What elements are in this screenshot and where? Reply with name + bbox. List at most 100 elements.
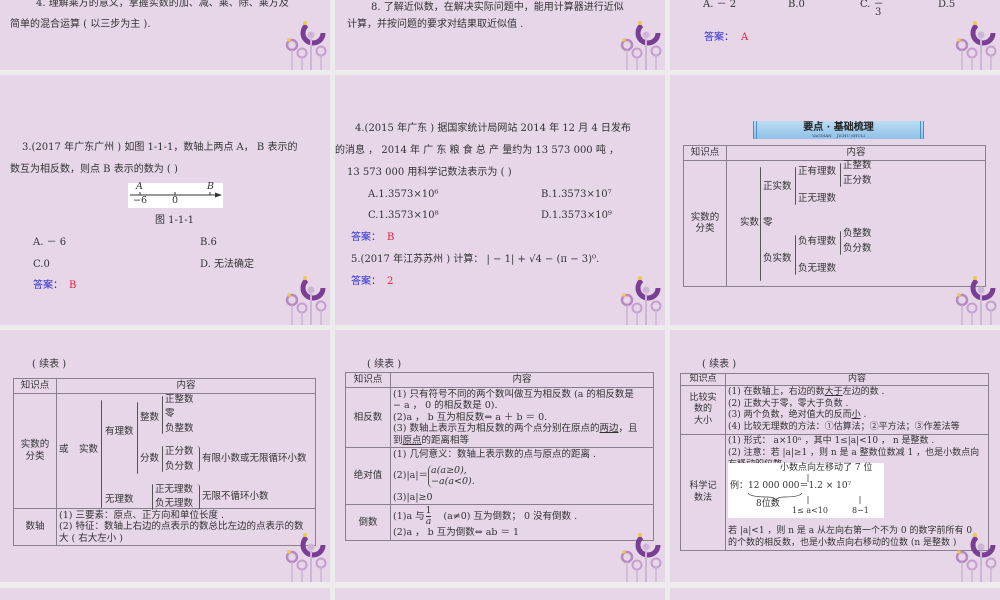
topic-cell: 实数的 分类: [13, 392, 57, 509]
case-line: −a(a<0).: [431, 476, 475, 487]
knowledge-table: 知识点 内容 相反数 (1) 只有符号不同的两个数叫做互为相反数 (a 的相反数是…: [345, 372, 654, 541]
tree-node: 负分数: [843, 242, 872, 254]
option-b: B.6: [200, 237, 217, 248]
content-line: (4) 比较无理数的方法：①估算法；②平方法；③作差法等: [728, 421, 960, 432]
slide-4: 3.(2017 年广东广州 ) 如图 1-1-1，数轴上两点 A， B 表示的 …: [0, 75, 330, 325]
tree-node: 负实数: [763, 252, 792, 264]
topic-cell: 绝对值: [345, 447, 391, 505]
question-line: 13 573 000 用科学记数法表示为 ( ): [347, 167, 512, 178]
tree-node: 正无理数: [798, 192, 837, 204]
topic-cell: 科学记 数法: [680, 434, 726, 551]
banner-sub: JICHU SHULI: [836, 133, 865, 138]
slide-3: A. － 2 B.0 C. － 3 D.5 答案： A: [670, 0, 1000, 70]
tree-node: 无理数: [105, 493, 134, 505]
content-line: (2) 注意：若 |a|≥1 ，则 n 是 a 整数位数减 1 ，也是小数点向: [728, 447, 980, 458]
text-line: 4. 理解乘方的意义，掌握实数的加、减、乘、除、乘方及: [36, 0, 289, 9]
slide-8: ( 续表 ) 知识点 内容 相反数 (1) 只有符号不同的两个数叫做互为相反数 (…: [335, 330, 665, 582]
content-line: (1) 三要素：原点、正方向和单位长度 .: [59, 509, 225, 521]
point-b-label: B: [207, 181, 214, 192]
answer-value: B: [387, 232, 395, 243]
fraction-denominator: a: [425, 517, 432, 527]
header-cell: 内容: [390, 372, 654, 388]
tree-node: 实数: [740, 216, 760, 228]
flower-decoration-icon: [608, 15, 663, 70]
tree-node: 分数: [140, 452, 160, 464]
header-cell: 内容: [56, 378, 316, 394]
text-line: 简单的混合运算 ( 以三步为主 ).: [10, 19, 151, 30]
option-a: A. － 2: [703, 0, 737, 10]
tree-node: 负有理数: [798, 235, 837, 247]
tree-node: 正无理数: [155, 483, 194, 495]
slide-9: ( 续表 ) 知识点 内容 比较实 数的 大小 (1) 在数轴上，右边的数大于左边…: [670, 330, 1000, 582]
underlined-answer: 原点: [402, 434, 422, 446]
tree-node: 或: [59, 443, 69, 455]
slide-6: 要点 · 基础梳理 YAODIAN JICHU SHULI 知识点 内容 实数的 …: [670, 75, 1000, 325]
tree-node: 实数: [79, 443, 99, 455]
answer-value: B: [69, 280, 77, 291]
tree-node: 负无理数: [155, 497, 194, 509]
tree-node: 无限不循环小数: [202, 490, 269, 502]
slide-5: 4.(2015 年广东 ) 据国家统计局网站 2014 年 12 月 4 日发布…: [335, 75, 665, 325]
content-line: (2)a ， b 互为相反数⇔ a ＋ b ＝ 0.: [393, 411, 548, 423]
tree-node: 正实数: [763, 180, 792, 192]
knowledge-table: 知识点 内容 实数的 分类 或 实数 有理数 无理数 整数 分数 正整数 零 负整…: [13, 378, 316, 546]
text-line: 8. 了解近似数，在解决实际问题中，能用计算器进行近似: [371, 2, 624, 13]
tree-node: 零: [165, 407, 175, 419]
content-line: (1) 只有符号不同的两个数叫做互为相反数 (a 的相反数是: [393, 388, 634, 400]
content-text: 的距离相等: [421, 434, 470, 446]
question-line: 3.(2017 年广东广州 ) 如图 1-1-1，数轴上两点 A， B 表示的: [22, 142, 298, 153]
underlined-answer: 两边: [599, 423, 619, 434]
tree-node: 正分数: [843, 174, 872, 186]
option-b: B.0: [788, 0, 805, 10]
content-text: (a≠0) 互为倒数； 0 没有倒数 .: [443, 510, 578, 522]
header-cell: 知识点: [683, 145, 727, 161]
content-text: 左边的数 .: [842, 387, 885, 397]
option-b: B.1.3573×10⁷: [541, 189, 612, 200]
content-text: (1)a 与: [393, 510, 425, 522]
answer-label: 答案：: [351, 276, 381, 287]
tree-node: 负无理数: [798, 262, 837, 274]
flower-decoration-icon: [608, 527, 663, 582]
content-text: (3) 数轴上表示互为相反数的两个点分别在原点的: [393, 423, 600, 434]
knowledge-table: 知识点 内容 比较实 数的 大小 (1) 在数轴上，右边的数大于左边的数 . (2…: [680, 373, 989, 551]
slide-7: ( 续表 ) 知识点 内容 实数的 分类 或 实数 有理数 无理数 整数 分数 正…: [0, 330, 330, 582]
content-line: (1) 形式： a×10ⁿ ，其中 1≤|a|<10 ， n 是整数 .: [728, 436, 935, 446]
tree-node: 负分数: [165, 460, 194, 472]
slide-1: 4. 理解乘方的意义，掌握实数的加、减、乘、除、乘方及 简单的混合运算 ( 以三…: [0, 0, 330, 70]
option-a: A.1.3573×10⁶: [368, 189, 439, 200]
content-text: .: [860, 410, 867, 420]
question-line: 5.(2017 年江苏苏州 ) 计算： | − 1| + √4 − (π − 3…: [351, 254, 600, 265]
underlined-answer: 小: [851, 410, 861, 420]
header-cell: 知识点: [680, 373, 726, 386]
content-line: (1) 几何意义：数轴上表示数的点与原点的距离 .: [393, 449, 597, 460]
flower-decoration-icon: [273, 527, 328, 582]
content-text: (2)|a|＝: [393, 470, 429, 482]
number-line-figure: A B −6 0: [128, 181, 223, 208]
case-line: a(a≥0),: [431, 464, 467, 476]
slide-2: 8. 了解近似数，在解决实际问题中，能用计算器进行近似 计算，并按问题的要求对结…: [335, 0, 665, 70]
answer-label: 答案：: [351, 232, 381, 243]
question-line: 的消息 ， 2014 年 广 东 粮 食 总 产 量约为 13 573 000 …: [335, 145, 620, 156]
banner-sub: YAODIAN: [812, 133, 832, 138]
tree-node: 整数: [140, 411, 160, 423]
topic-cell: 数轴: [13, 507, 57, 546]
tree-node: 正整数: [165, 393, 194, 405]
content-line: (3)|a|≥0: [393, 491, 433, 503]
figure-caption: 图 1-1-1: [155, 215, 195, 226]
content-line: − a ， 0 的相反数是 0).: [393, 400, 498, 411]
header-cell: 内容: [726, 145, 986, 161]
content-line: (2) 正数大于零，零大于负数 .: [728, 398, 849, 409]
tree-node: 有理数: [105, 425, 134, 437]
answer-label: 答案：: [33, 280, 63, 291]
flower-decoration-icon: [943, 15, 998, 70]
option-c-denominator: 3: [875, 7, 882, 18]
tree-node: 正有理数: [798, 165, 837, 177]
point-a-label: A: [136, 181, 143, 192]
header-cell: 知识点: [13, 378, 57, 394]
slide-11: [335, 588, 665, 600]
question-line: 数互为相反数，则点 B 表示的数为 ( ): [10, 164, 178, 175]
flower-decoration-icon: [608, 270, 663, 325]
option-c: C.0: [33, 259, 50, 270]
tick-label: −6: [133, 195, 148, 206]
tree-node: 负整数: [165, 422, 194, 434]
